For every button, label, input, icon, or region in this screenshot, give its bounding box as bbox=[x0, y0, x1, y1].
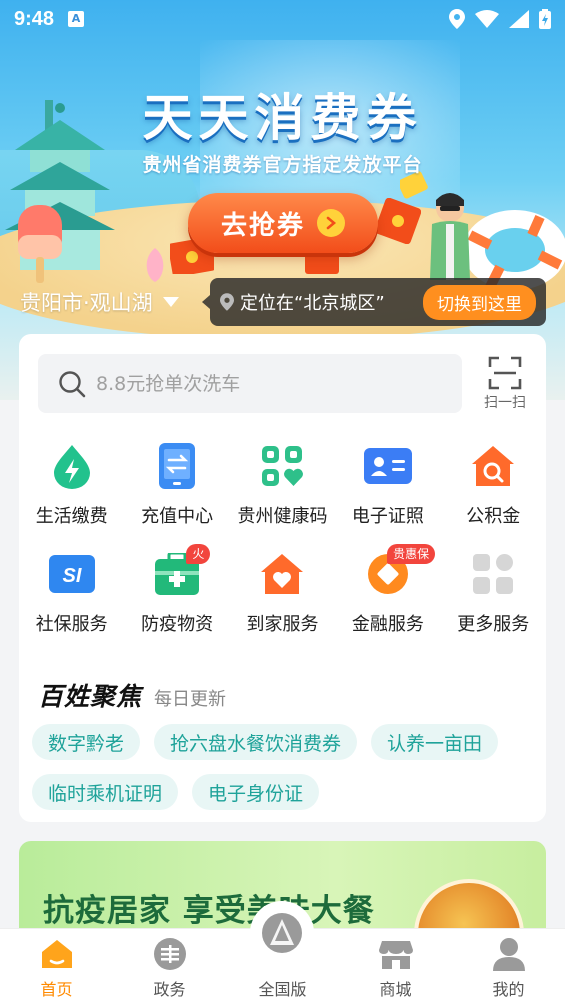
focus-tags: 数字黔老 抢六盘水餐饮消费券 认养一亩田 临时乘机证明 电子身份证 bbox=[32, 724, 542, 810]
service-label: 充值中心 bbox=[141, 506, 214, 527]
location-pin-icon bbox=[220, 293, 234, 311]
service-utility-payment[interactable]: 生活缴费 bbox=[19, 442, 124, 528]
tab-label: 政务 bbox=[153, 980, 186, 999]
bolt-drop-icon bbox=[48, 442, 96, 490]
signal-icon bbox=[509, 10, 529, 28]
scan-button[interactable]: 扫一扫 bbox=[477, 356, 533, 412]
service-label: 社保服务 bbox=[35, 614, 108, 635]
service-recharge[interactable]: 充值中心 bbox=[124, 442, 229, 528]
tab-label: 全国版 bbox=[258, 980, 307, 999]
switch-location-button[interactable]: 切换到这里 bbox=[423, 284, 536, 320]
user-icon bbox=[492, 937, 526, 971]
tab-mine[interactable]: 我的 bbox=[452, 929, 565, 1004]
banner-subtitle: 贵州省消费券官方指定发放平台 bbox=[142, 154, 423, 176]
lotus-illustration bbox=[146, 248, 164, 282]
focus-tag[interactable]: 电子身份证 bbox=[192, 774, 320, 810]
scan-icon bbox=[488, 356, 522, 390]
service-e-license[interactable]: 电子证照 bbox=[335, 442, 440, 528]
search-bar[interactable] bbox=[38, 354, 462, 413]
promo-text: 抗疫居家 享受美味大餐 bbox=[43, 893, 375, 929]
service-label: 贵州健康码 bbox=[237, 506, 328, 527]
more-grid-icon bbox=[469, 550, 517, 598]
focus-tag[interactable]: 数字黔老 bbox=[32, 724, 141, 760]
service-health-code[interactable]: 贵州健康码 bbox=[230, 442, 335, 528]
health-code-icon bbox=[258, 442, 306, 490]
service-social-security[interactable]: SI 社保服务 bbox=[19, 550, 124, 636]
grab-coupon-button[interactable]: 去抢券 bbox=[188, 193, 378, 253]
tab-label: 商城 bbox=[379, 980, 412, 999]
popsicle-illustration bbox=[18, 205, 62, 283]
banner-title: 天天消费券 bbox=[142, 90, 423, 146]
arrow-right-icon bbox=[317, 209, 345, 237]
location-tip: 定位在“北京城区” 切换到这里 bbox=[202, 278, 546, 326]
notification-icon: A bbox=[68, 11, 85, 27]
service-card: 扫一扫 生活缴费 充值中心 贵州健康码 电子 bbox=[19, 334, 546, 822]
national-mountain-icon bbox=[250, 901, 314, 965]
tab-home[interactable]: 首页 bbox=[0, 929, 113, 1004]
home-heart-icon bbox=[258, 550, 306, 598]
location-tip-text: 定位在“北京城区” bbox=[240, 293, 385, 314]
service-grid: 生活缴费 充值中心 贵州健康码 电子证照 公积金 SI 社保服务 火 防疫物资 … bbox=[19, 442, 546, 636]
wifi-icon bbox=[475, 10, 499, 28]
store-icon bbox=[378, 937, 413, 971]
service-label: 金融服务 bbox=[351, 614, 424, 635]
service-label: 电子证照 bbox=[351, 506, 424, 527]
si-card-icon: SI bbox=[48, 550, 96, 598]
dropdown-arrow-icon bbox=[162, 297, 179, 307]
city-label: 贵阳市·观山湖 bbox=[20, 291, 153, 315]
location-pin-icon bbox=[449, 9, 465, 29]
service-housing-fund[interactable]: 公积金 bbox=[441, 442, 546, 528]
person-illustration bbox=[430, 193, 470, 280]
service-label: 防疫物资 bbox=[141, 614, 214, 635]
status-bar: 9:48 A bbox=[0, 0, 565, 38]
service-label: 公积金 bbox=[466, 506, 521, 527]
bottom-tab-bar: 首页 政务 全国版 商城 我的 bbox=[0, 901, 565, 1004]
service-home-service[interactable]: 到家服务 bbox=[230, 550, 335, 636]
focus-header: 百姓聚焦 每日更新 bbox=[38, 677, 227, 715]
svg-text:SI: SI bbox=[62, 565, 81, 587]
home-icon bbox=[40, 937, 74, 971]
house-search-icon bbox=[469, 442, 517, 490]
search-icon bbox=[59, 370, 86, 397]
status-time: 9:48 bbox=[14, 7, 55, 30]
service-label: 更多服务 bbox=[457, 614, 530, 635]
focus-tag[interactable]: 认养一亩田 bbox=[371, 724, 499, 760]
battery-icon bbox=[539, 9, 551, 29]
status-icons bbox=[449, 9, 551, 29]
service-label: 到家服务 bbox=[246, 614, 319, 635]
city-selector[interactable]: 贵阳市·观山湖 bbox=[20, 287, 179, 317]
focus-subtitle: 每日更新 bbox=[154, 689, 227, 710]
search-input[interactable] bbox=[96, 372, 416, 395]
gov-seal-icon bbox=[153, 937, 187, 971]
focus-tag[interactable]: 临时乘机证明 bbox=[32, 774, 179, 810]
hot-badge: 火 bbox=[186, 544, 211, 564]
service-finance[interactable]: 贵惠保 金融服务 bbox=[335, 544, 440, 636]
tab-mall[interactable]: 商城 bbox=[339, 929, 452, 1004]
scan-label: 扫一扫 bbox=[484, 395, 526, 411]
service-label: 生活缴费 bbox=[35, 506, 108, 527]
phone-exchange-icon bbox=[153, 442, 201, 490]
tab-national[interactable]: 全国版 bbox=[226, 901, 339, 1004]
tab-label: 首页 bbox=[40, 980, 73, 999]
tab-government[interactable]: 政务 bbox=[113, 929, 226, 1004]
focus-tag[interactable]: 抢六盘水餐饮消费券 bbox=[154, 724, 358, 760]
promo-badge: 贵惠保 bbox=[387, 544, 436, 564]
tab-label: 我的 bbox=[492, 980, 525, 999]
grab-coupon-label: 去抢券 bbox=[220, 210, 305, 241]
focus-title: 百姓聚焦 bbox=[38, 677, 142, 715]
service-more[interactable]: 更多服务 bbox=[441, 550, 546, 636]
service-epidemic-supplies[interactable]: 火 防疫物资 bbox=[124, 544, 229, 636]
id-card-icon bbox=[363, 442, 412, 490]
